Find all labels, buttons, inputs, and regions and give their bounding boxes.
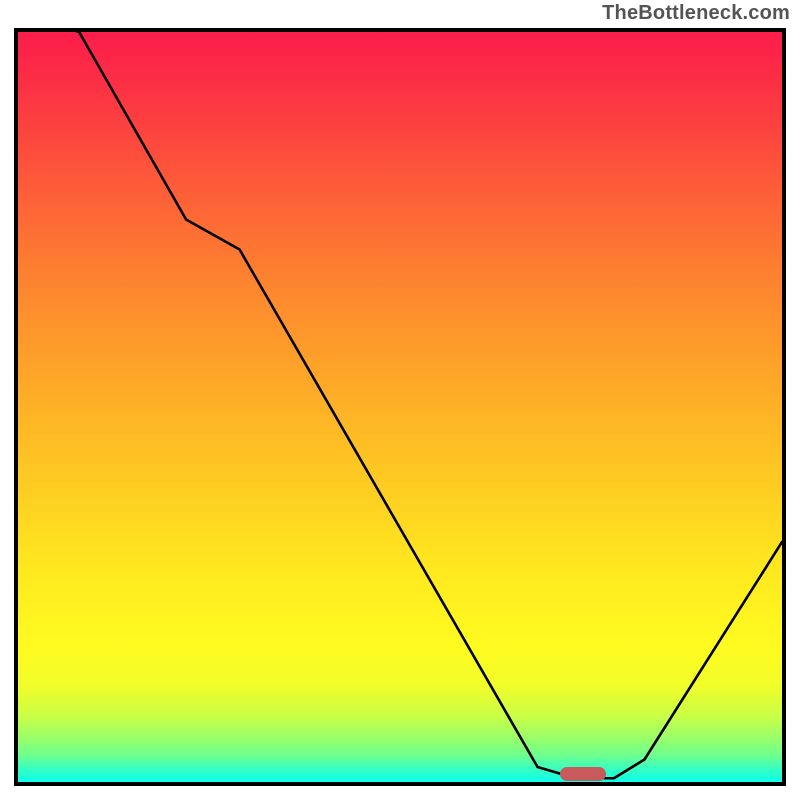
optimal-marker: [560, 767, 606, 781]
bottleneck-curve: [18, 32, 782, 778]
watermark-text: TheBottleneck.com: [602, 2, 790, 25]
curve-svg: [18, 32, 782, 782]
chart-container: TheBottleneck.com: [0, 0, 800, 800]
plot-area: [14, 28, 786, 786]
